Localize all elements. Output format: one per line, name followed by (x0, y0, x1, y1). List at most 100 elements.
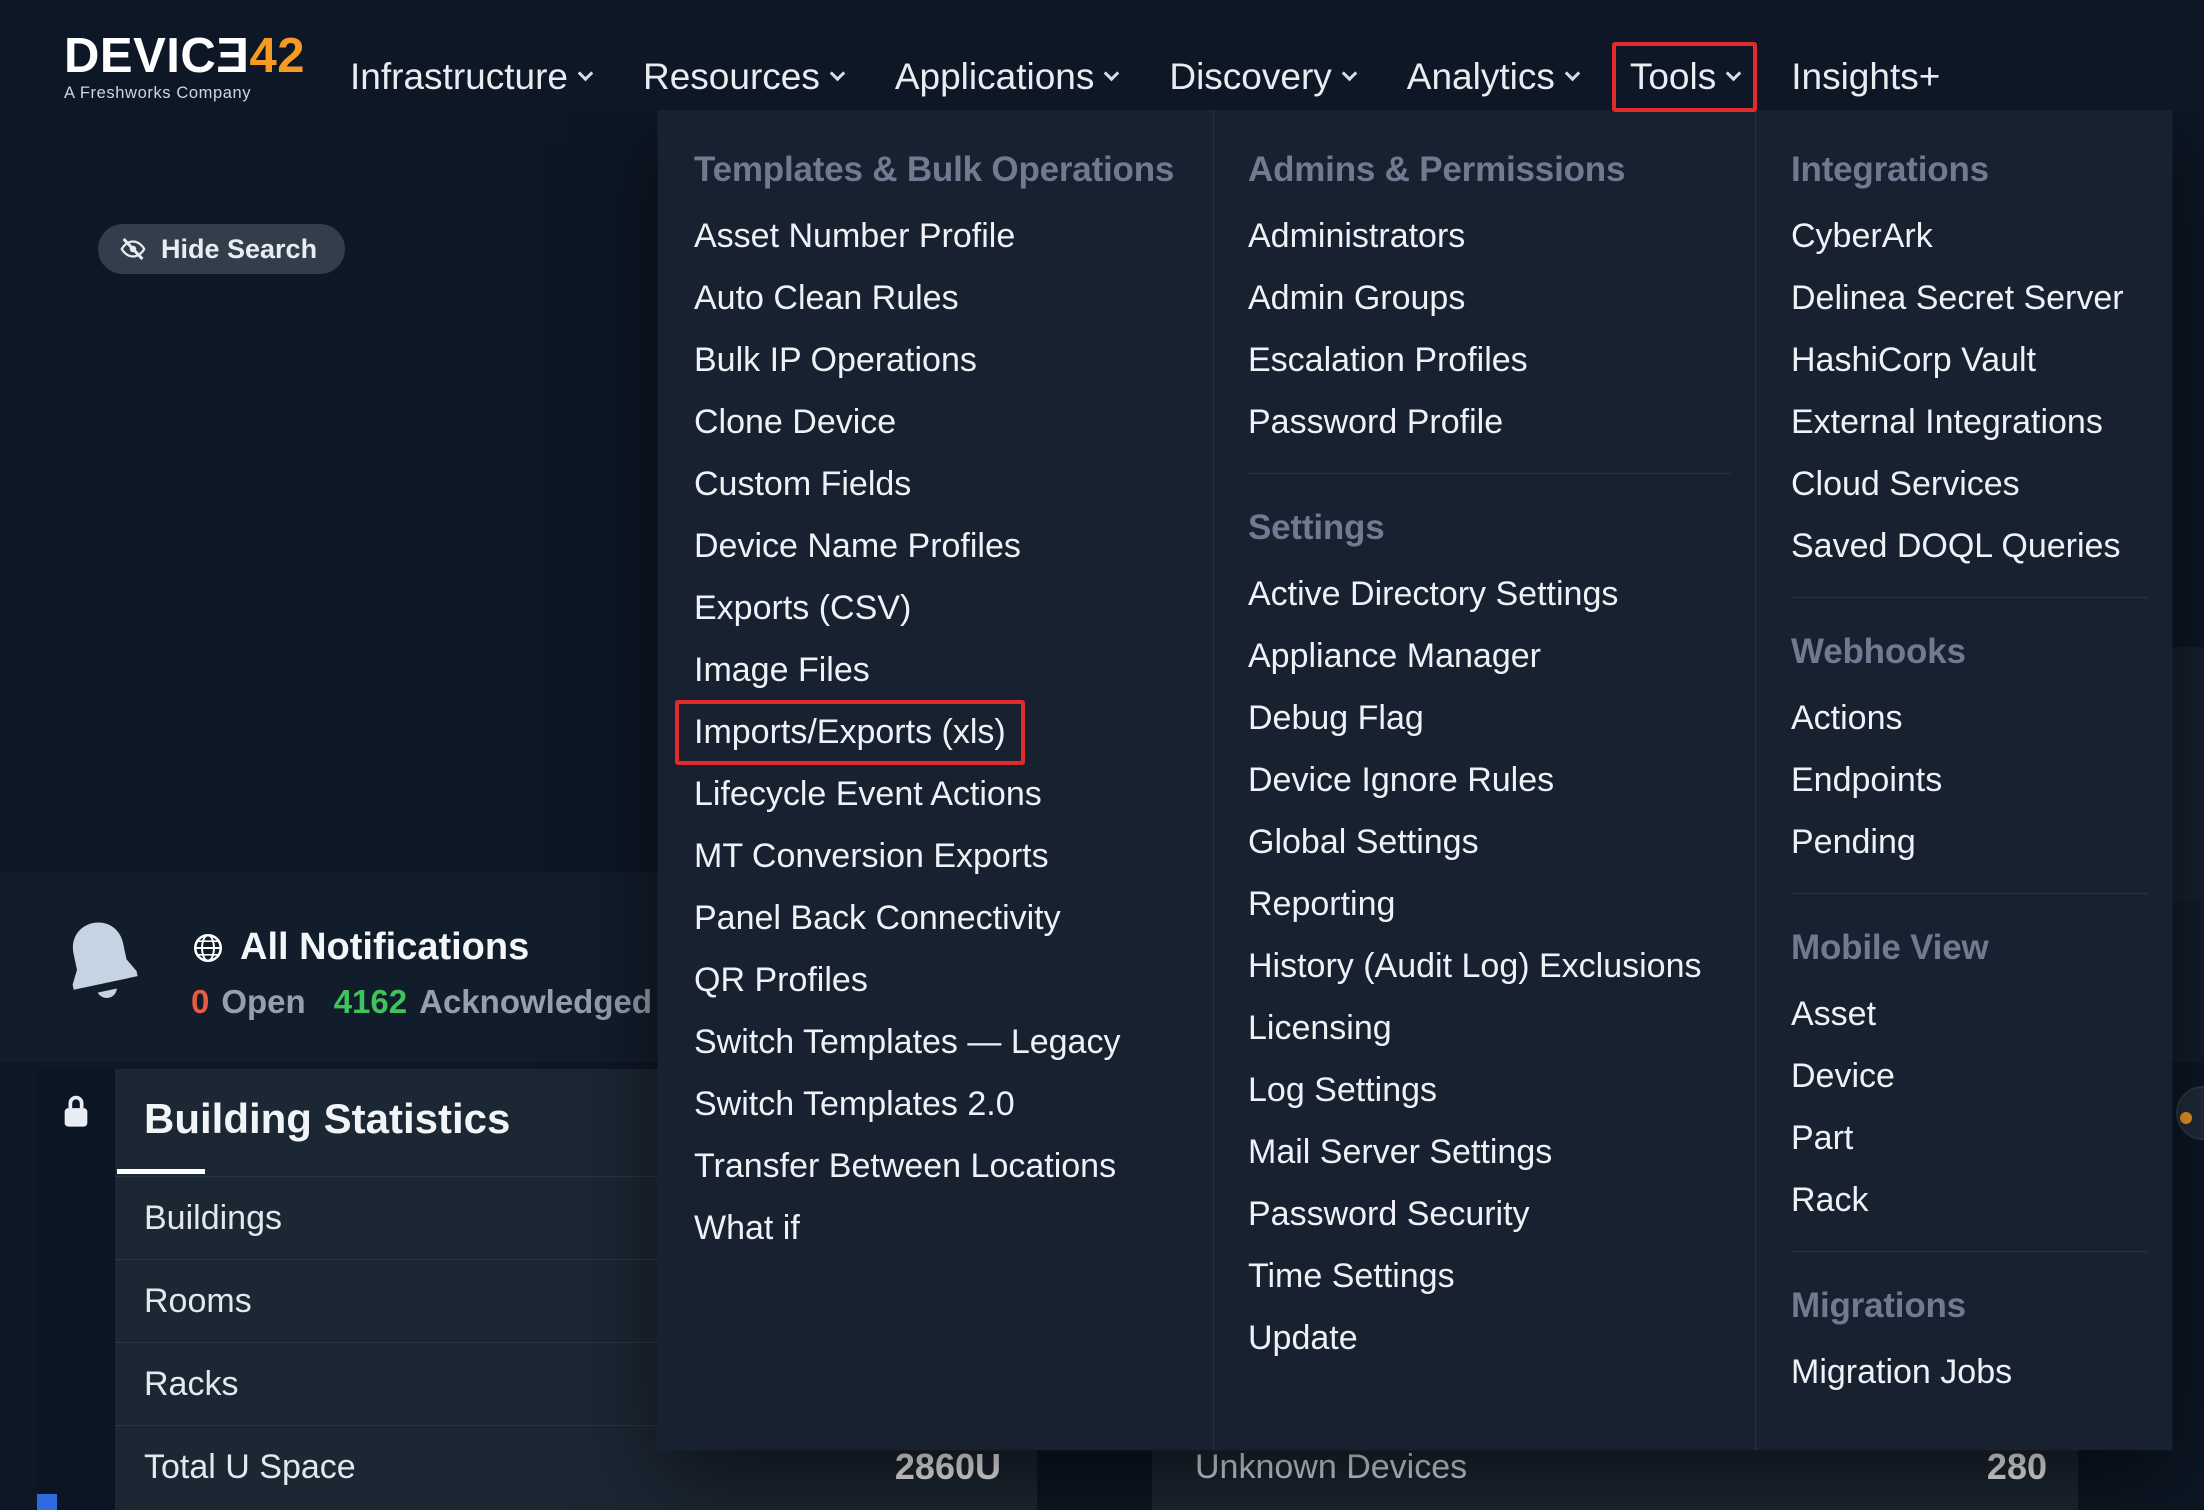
nav-item-label: Resources (643, 56, 820, 98)
menu-item-active-directory-settings[interactable]: Active Directory Settings (1248, 563, 1755, 625)
menu-item-time-settings[interactable]: Time Settings (1248, 1245, 1755, 1307)
menu-item-label: Debug Flag (1248, 699, 1424, 738)
menu-section-title-templates-bulk-operations: Templates & Bulk Operations (694, 148, 1213, 192)
menu-item-debug-flag[interactable]: Debug Flag (1248, 687, 1755, 749)
menu-item-hashicorp-vault[interactable]: HashiCorp Vault (1791, 329, 2172, 391)
menu-item-label: External Integrations (1791, 403, 2103, 442)
menu-item-image-files[interactable]: Image Files (694, 639, 1213, 701)
menu-item-label: Time Settings (1248, 1257, 1455, 1296)
menu-item-part[interactable]: Part (1791, 1107, 2172, 1169)
nav-item-applications[interactable]: Applications (881, 46, 1132, 108)
menu-item-mail-server-settings[interactable]: Mail Server Settings (1248, 1121, 1755, 1183)
nav-item-label: Insights+ (1791, 56, 1940, 98)
menu-item-label: Part (1791, 1119, 1853, 1158)
menu-item-transfer-between-locations[interactable]: Transfer Between Locations (694, 1135, 1213, 1197)
menu-item-device[interactable]: Device (1791, 1045, 2172, 1107)
hide-search-button[interactable]: Hide Search (98, 224, 345, 274)
notifications-title: All Notifications (240, 926, 529, 969)
nav-item-resources[interactable]: Resources (629, 46, 857, 108)
menu-section-title-admins-permissions: Admins & Permissions (1248, 148, 1755, 192)
menu-item-label: Rack (1791, 1181, 1868, 1220)
menu-item-what-if[interactable]: What if (694, 1197, 1213, 1259)
partial-action-button[interactable] (2176, 1086, 2204, 1140)
active-tab-underline (117, 1169, 205, 1174)
globe-icon (191, 931, 225, 965)
menu-item-bulk-ip-operations[interactable]: Bulk IP Operations (694, 329, 1213, 391)
nav-item-discovery[interactable]: Discovery (1155, 46, 1368, 108)
menu-item-panel-back-connectivity[interactable]: Panel Back Connectivity (694, 887, 1213, 949)
menu-item-imports-exports-xls[interactable]: Imports/Exports (xls) (694, 701, 1213, 763)
menu-item-label: Device Ignore Rules (1248, 761, 1554, 800)
menu-item-password-profile[interactable]: Password Profile (1248, 391, 1755, 453)
menu-item-asset-number-profile[interactable]: Asset Number Profile (694, 205, 1213, 267)
menu-section-title-integrations: Integrations (1791, 148, 2172, 192)
menu-item-cloud-services[interactable]: Cloud Services (1791, 453, 2172, 515)
menu-item-switch-templates-legacy[interactable]: Switch Templates — Legacy (694, 1011, 1213, 1073)
menu-item-log-settings[interactable]: Log Settings (1248, 1059, 1755, 1121)
menu-item-rack[interactable]: Rack (1791, 1169, 2172, 1231)
menu-item-delinea-secret-server[interactable]: Delinea Secret Server (1791, 267, 2172, 329)
menu-item-qr-profiles[interactable]: QR Profiles (694, 949, 1213, 1011)
menu-item-update[interactable]: Update (1248, 1307, 1755, 1369)
menu-item-label: Cloud Services (1791, 465, 2020, 504)
menu-item-label: Auto Clean Rules (694, 279, 959, 318)
brand-wordmark: DEVICƎ42 (64, 30, 305, 82)
menu-item-label: Appliance Manager (1248, 637, 1541, 676)
menu-item-global-settings[interactable]: Global Settings (1248, 811, 1755, 873)
menu-item-reporting[interactable]: Reporting (1248, 873, 1755, 935)
acknowledged-label: Acknowledged (419, 983, 652, 1021)
menu-section-divider (1791, 597, 2148, 598)
menu-item-actions[interactable]: Actions (1791, 687, 2172, 749)
menu-item-exports-csv[interactable]: Exports (CSV) (694, 577, 1213, 639)
nav-item-label: Applications (895, 56, 1095, 98)
menu-item-label: Asset (1791, 995, 1876, 1034)
menu-item-label: Device Name Profiles (694, 527, 1021, 566)
menu-section-title-settings: Settings (1248, 506, 1755, 550)
panel-side-strip (37, 1069, 115, 1510)
menu-item-clone-device[interactable]: Clone Device (694, 391, 1213, 453)
nav-item-insights[interactable]: Insights+ (1777, 46, 1954, 108)
stat-row-value: 280 (1987, 1446, 2047, 1488)
menu-item-lifecycle-event-actions[interactable]: Lifecycle Event Actions (694, 763, 1213, 825)
menu-item-label: Reporting (1248, 885, 1395, 924)
nav-item-analytics[interactable]: Analytics (1393, 46, 1592, 108)
stat-row-value: 2860U (895, 1446, 1001, 1488)
menu-item-custom-fields[interactable]: Custom Fields (694, 453, 1213, 515)
menu-item-saved-doql-queries[interactable]: Saved DOQL Queries (1791, 515, 2172, 577)
menu-item-history-audit-log-exclusions[interactable]: History (Audit Log) Exclusions (1248, 935, 1755, 997)
menu-item-mt-conversion-exports[interactable]: MT Conversion Exports (694, 825, 1213, 887)
menu-item-migration-jobs[interactable]: Migration Jobs (1791, 1341, 2172, 1403)
menu-item-label: Bulk IP Operations (694, 341, 977, 380)
menu-item-cyberark[interactable]: CyberArk (1791, 205, 2172, 267)
menu-item-device-ignore-rules[interactable]: Device Ignore Rules (1248, 749, 1755, 811)
menu-item-pending[interactable]: Pending (1791, 811, 2172, 873)
menu-item-label: Panel Back Connectivity (694, 899, 1061, 938)
nav-item-infrastructure[interactable]: Infrastructure (336, 46, 605, 108)
menu-item-asset[interactable]: Asset (1791, 983, 2172, 1045)
menu-item-password-security[interactable]: Password Security (1248, 1183, 1755, 1245)
menu-item-admin-groups[interactable]: Admin Groups (1248, 267, 1755, 329)
menu-item-endpoints[interactable]: Endpoints (1791, 749, 2172, 811)
menu-section-divider (1248, 473, 1731, 474)
menu-item-device-name-profiles[interactable]: Device Name Profiles (694, 515, 1213, 577)
menu-item-licensing[interactable]: Licensing (1248, 997, 1755, 1059)
brand-logo[interactable]: DEVICƎ42 A Freshworks Company (64, 30, 305, 103)
chevron-down-icon (830, 65, 846, 81)
nav-item-tools[interactable]: Tools (1612, 42, 1757, 112)
menu-item-label: Active Directory Settings (1248, 575, 1618, 614)
open-count: 0 (191, 983, 209, 1021)
notifications-link[interactable]: All Notifications (191, 926, 529, 969)
tools-menu-column-3: Integrations CyberArk Delinea Secret Serve… (1755, 110, 2172, 1450)
eye-off-icon (118, 234, 148, 264)
menu-item-auto-clean-rules[interactable]: Auto Clean Rules (694, 267, 1213, 329)
menu-item-switch-templates-2-0[interactable]: Switch Templates 2.0 (694, 1073, 1213, 1135)
menu-item-escalation-profiles[interactable]: Escalation Profiles (1248, 329, 1755, 391)
menu-item-appliance-manager[interactable]: Appliance Manager (1248, 625, 1755, 687)
menu-item-administrators[interactable]: Administrators (1248, 205, 1755, 267)
device42-dashboard: Hide Search All Notifications 0 Open 416… (0, 0, 2204, 1510)
lock-icon (59, 1091, 93, 1131)
menu-section-title-mobile-view: Mobile View (1791, 926, 2172, 970)
bell-icon[interactable] (52, 912, 150, 1015)
menu-item-label: Delinea Secret Server (1791, 279, 2124, 318)
menu-item-external-integrations[interactable]: External Integrations (1791, 391, 2172, 453)
